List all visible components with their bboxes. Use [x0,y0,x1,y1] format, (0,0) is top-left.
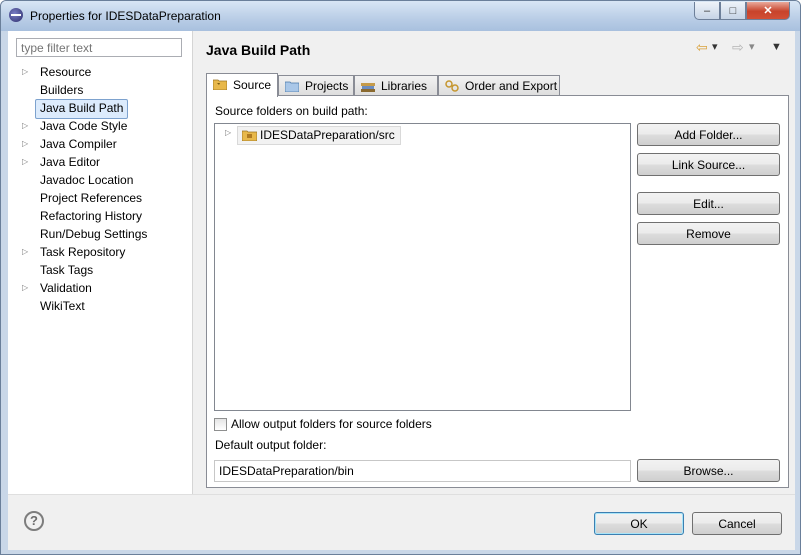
tree-item-label: Java Compiler [40,137,117,151]
source-folders-label: Source folders on build path: [215,104,368,118]
tab-label: Libraries [381,79,428,93]
forward-arrow-icon[interactable]: ⇨ [732,39,744,55]
allow-output-label[interactable]: Allow output folders for source folders [231,417,432,431]
filter-input[interactable] [16,38,182,57]
maximize-button[interactable]: □ [720,2,746,20]
tab-source[interactable]: Source [206,73,278,97]
view-menu-icon[interactable]: ▼ [771,39,782,55]
tree-item-task-repository[interactable]: ▷ Task Repository [22,243,129,261]
tree-item-refactoring-history[interactable]: Refactoring History [36,207,146,225]
tab-label: Source [233,78,272,92]
back-dropdown-icon[interactable]: ▾ [712,39,718,55]
tab-projects[interactable]: Projects [278,75,354,96]
package-folder-icon [242,130,257,141]
tree-item-javadoc-location[interactable]: Javadoc Location [36,171,137,189]
window-title: Properties for IDESDataPreparation [30,9,221,23]
left-pane: ▷ Resource Builders Java Build Path ▷ Java… [8,31,193,494]
cancel-button[interactable]: Cancel [692,512,782,535]
tab-order-and-export[interactable]: Order and Export [438,75,560,96]
tree-item-label: Resource [40,65,92,79]
tree-item-builders[interactable]: Builders [36,81,87,99]
tree-item-java-build-path[interactable]: Java Build Path [35,99,129,119]
tab-libraries[interactable]: Libraries [354,75,438,96]
minimize-button[interactable]: – [694,2,720,20]
projects-icon [285,81,299,92]
tree-item-java-editor[interactable]: ▷ Java Editor [22,153,104,171]
expand-arrow-icon[interactable]: ▷ [22,117,32,135]
tree-item-label: Javadoc Location [40,173,134,187]
expand-arrow-icon[interactable]: ▷ [22,153,32,171]
edit-button[interactable]: Edit... [637,192,780,215]
source-tab-panel: Source folders on build path: ▷ IDESData… [206,95,789,488]
page-title: Java Build Path [206,42,311,58]
maximize-icon: □ [729,4,737,17]
eclipse-icon [9,8,23,22]
title-bar[interactable]: Properties for IDESDataPreparation – □ ✕ [1,1,800,31]
tree-item-label: Java Editor [40,155,101,169]
tree-item-resource[interactable]: ▷ Resource [22,63,95,81]
browse-button[interactable]: Browse... [637,459,780,482]
tree-item-label: WikiText [40,299,85,313]
properties-window: Properties for IDESDataPreparation – □ ✕… [0,0,801,555]
expand-arrow-icon[interactable]: ▷ [22,243,32,261]
dialog-client: ▷ Resource Builders Java Build Path ▷ Java… [8,31,795,550]
source-folders-list[interactable]: ▷ IDESDataPreparation/src [214,123,631,411]
libraries-icon [361,83,375,92]
tree-item-label: Refactoring History [40,209,143,223]
tree-item-java-compiler[interactable]: ▷ Java Compiler [22,135,121,153]
tree-item-label: Project References [40,191,143,205]
expand-arrow-icon[interactable]: ▷ [22,279,32,297]
tree-item-label: Java Code Style [40,119,128,133]
source-folder-icon [213,79,227,90]
allow-output-checkbox[interactable] [214,418,227,431]
default-output-label: Default output folder: [215,438,327,452]
tree-item-label: Validation [40,281,92,295]
default-output-field[interactable] [214,460,631,482]
tree-item-wikitext[interactable]: WikiText [36,297,89,315]
ok-button[interactable]: OK [594,512,684,535]
expand-arrow-icon[interactable]: ▷ [22,63,32,81]
tree-item-project-references[interactable]: Project References [36,189,146,207]
list-item-label: IDESDataPreparation/src [260,128,395,142]
close-button[interactable]: ✕ [746,2,790,20]
help-icon[interactable]: ? [24,511,44,531]
caption-buttons: – □ ✕ [694,2,790,20]
tree-item-label: Task Tags [40,263,94,277]
tree-item-java-code-style[interactable]: ▷ Java Code Style [22,117,131,135]
tab-label: Projects [305,79,349,93]
list-item[interactable]: IDESDataPreparation/src [237,126,401,145]
tree-item-label: Task Repository [40,245,126,259]
tab-label: Order and Export [465,79,558,93]
tree-item-validation[interactable]: ▷ Validation [22,279,96,297]
tree-item-task-tags[interactable]: Task Tags [36,261,97,279]
link-source-button[interactable]: Link Source... [637,153,780,176]
tree-item-label: Java Build Path [40,101,124,115]
forward-dropdown-icon[interactable]: ▾ [749,39,755,55]
order-export-icon [445,80,459,92]
remove-button[interactable]: Remove [637,222,780,245]
expand-arrow-icon[interactable]: ▷ [225,124,235,142]
add-folder-button[interactable]: Add Folder... [637,123,780,146]
tree-item-label: Run/Debug Settings [40,227,148,241]
button-bar: ? OK Cancel [8,494,795,550]
minimize-icon: – [703,4,711,17]
expand-arrow-icon[interactable]: ▷ [22,135,32,153]
tree-item-run-debug-settings[interactable]: Run/Debug Settings [36,225,151,243]
back-arrow-icon[interactable]: ⇦ [696,39,708,55]
tree-item-label: Builders [40,83,84,97]
close-icon: ✕ [763,5,773,17]
